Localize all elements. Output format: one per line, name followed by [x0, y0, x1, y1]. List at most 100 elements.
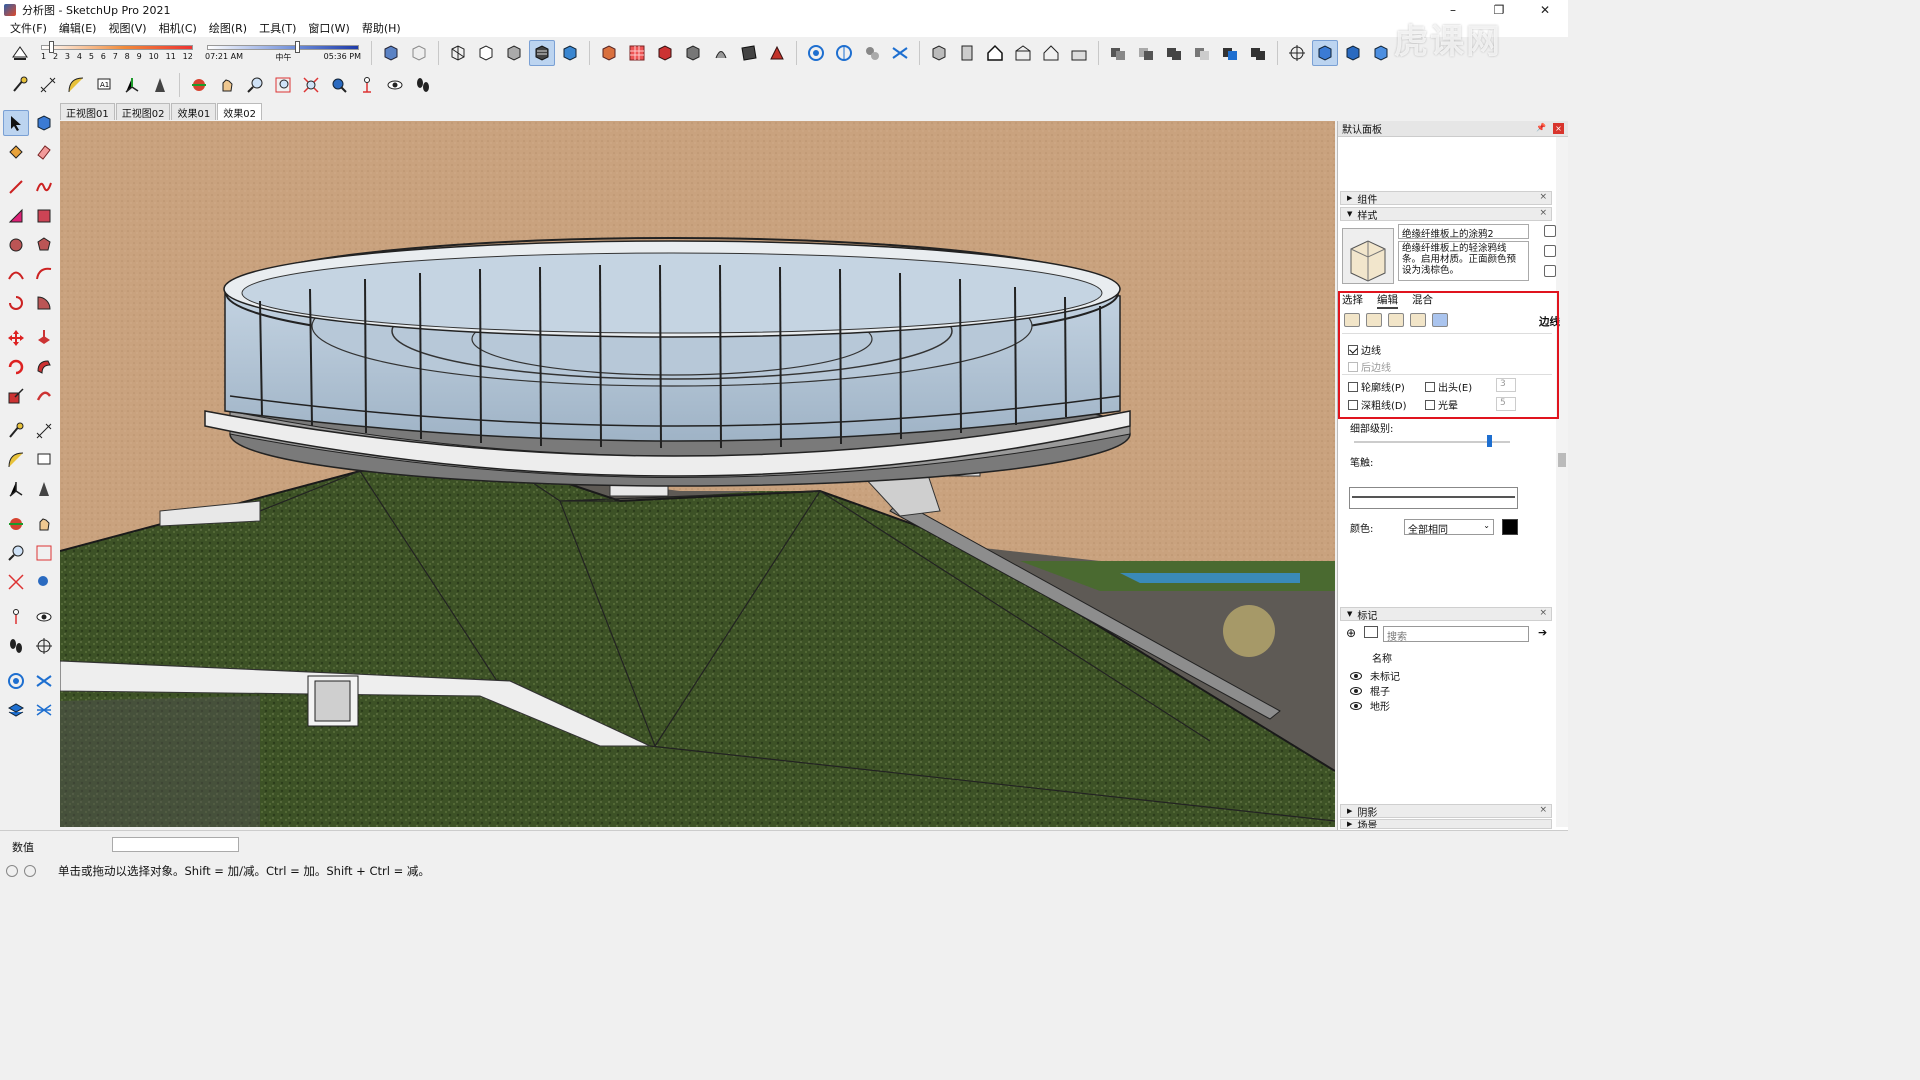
- style-name-field[interactable]: 绝缘纤维板上的涂鸦2: [1398, 224, 1529, 240]
- section-left-icon[interactable]: [3, 668, 29, 694]
- outer-shell-icon[interactable]: [1105, 40, 1131, 66]
- rectangle-icon[interactable]: [3, 203, 29, 229]
- style-pencil-icon[interactable]: [680, 40, 706, 66]
- tab-effect-02[interactable]: 效果02: [217, 103, 262, 120]
- pan-left-icon[interactable]: [31, 511, 57, 537]
- two-point-arc-icon[interactable]: [31, 261, 57, 287]
- position-camera-icon[interactable]: [354, 72, 380, 98]
- style-paper-icon[interactable]: [736, 40, 762, 66]
- edge-color-swatch[interactable]: [1502, 519, 1518, 535]
- section-fill-icon[interactable]: [887, 40, 913, 66]
- add-folder-icon[interactable]: [1364, 626, 1378, 638]
- pin-icon[interactable]: 📌: [1536, 123, 1546, 132]
- previous-view-left-icon[interactable]: [31, 569, 57, 595]
- tag-row[interactable]: 地形: [1350, 698, 1390, 713]
- section-fill-left-icon[interactable]: [31, 668, 57, 694]
- menu-draw[interactable]: 绘图(R): [203, 20, 253, 36]
- pie-icon[interactable]: [31, 290, 57, 316]
- look-around-left-icon[interactable]: [31, 604, 57, 630]
- text-icon[interactable]: A1: [91, 72, 117, 98]
- shadow-time-slider[interactable]: 07:21 AM 中午 05:36 PM: [203, 39, 363, 67]
- tag-search-input[interactable]: 搜索: [1383, 626, 1529, 643]
- update-style-icon[interactable]: [1544, 245, 1556, 257]
- back-view-icon[interactable]: [1038, 40, 1064, 66]
- menu-tools[interactable]: 工具(T): [253, 20, 302, 36]
- section-plane-icon[interactable]: [803, 40, 829, 66]
- style-description-field[interactable]: 绝缘纤维板上的轻涂鸦线条。启用材质。正面颜色预设为浅棕色。: [1398, 241, 1529, 281]
- refresh-style-icon[interactable]: [1544, 265, 1556, 277]
- split-icon[interactable]: [1245, 40, 1271, 66]
- extension-icon[interactable]: [1368, 40, 1394, 66]
- walk-icon[interactable]: [410, 72, 436, 98]
- crosshair-icon[interactable]: [1284, 40, 1310, 66]
- circle-icon[interactable]: [3, 232, 29, 258]
- orbit-left-icon[interactable]: [3, 511, 29, 537]
- line-icon[interactable]: [3, 174, 29, 200]
- level-of-detail-thumb[interactable]: [1487, 435, 1492, 447]
- axes-left-icon[interactable]: [3, 476, 29, 502]
- tags-header[interactable]: ▼ 标记 ×: [1340, 607, 1552, 622]
- trim-icon[interactable]: [1217, 40, 1243, 66]
- menu-camera[interactable]: 相机(C): [153, 20, 203, 36]
- intersect-icon[interactable]: [1133, 40, 1159, 66]
- zoom-extents-left-icon[interactable]: [3, 569, 29, 595]
- tags-close-icon[interactable]: ×: [1539, 608, 1547, 618]
- tab-effect-01[interactable]: 效果01: [171, 103, 217, 120]
- visibility-eye-icon[interactable]: [1350, 671, 1362, 680]
- tray-close-icon[interactable]: ×: [1553, 123, 1564, 134]
- subtract-icon[interactable]: [1189, 40, 1215, 66]
- menu-file[interactable]: 文件(F): [4, 20, 53, 36]
- right-view-icon[interactable]: [1010, 40, 1036, 66]
- union-icon[interactable]: [1161, 40, 1187, 66]
- stroke-selector[interactable]: [1349, 487, 1518, 509]
- tag-row[interactable]: 未标记: [1350, 668, 1400, 683]
- back-edges-icon[interactable]: [406, 40, 432, 66]
- components-close-icon[interactable]: ×: [1539, 192, 1547, 202]
- measurements-input[interactable]: [112, 837, 239, 852]
- visibility-eye-icon[interactable]: [1350, 701, 1362, 710]
- section-plane-left-icon[interactable]: [31, 633, 57, 659]
- freehand-icon[interactable]: [31, 174, 57, 200]
- shaded-icon[interactable]: [501, 40, 527, 66]
- hidden-line-icon[interactable]: [473, 40, 499, 66]
- tag-name-header[interactable]: 名称: [1372, 650, 1392, 665]
- protractor-left-icon[interactable]: [3, 447, 29, 473]
- xray-icon[interactable]: [378, 40, 404, 66]
- add-tag-icon[interactable]: ⊕: [1346, 626, 1356, 640]
- paint-bucket-icon[interactable]: [3, 139, 29, 165]
- rotated-rectangle-icon[interactable]: [31, 203, 57, 229]
- move-icon[interactable]: [3, 325, 29, 351]
- scrollbar-thumb[interactable]: [1558, 453, 1566, 467]
- geo-location-icon[interactable]: [6, 865, 18, 877]
- text-left-icon[interactable]: [31, 447, 57, 473]
- 3d-text-left-icon[interactable]: [31, 476, 57, 502]
- zoom-window-left-icon[interactable]: [31, 540, 57, 566]
- details-arrow-icon[interactable]: ➔: [1538, 626, 1547, 639]
- tab-front-view-02[interactable]: 正视图02: [115, 103, 171, 120]
- components-header[interactable]: ▶ 组件 ×: [1340, 191, 1552, 206]
- style-sketch-icon[interactable]: [708, 40, 734, 66]
- make-component-icon[interactable]: [31, 110, 57, 136]
- left-view-icon[interactable]: [1066, 40, 1092, 66]
- protractor-icon[interactable]: [63, 72, 89, 98]
- pan-icon[interactable]: [214, 72, 240, 98]
- tape-measure-left-icon[interactable]: [3, 418, 29, 444]
- zoom-window-icon[interactable]: [270, 72, 296, 98]
- shadows-close-icon[interactable]: ×: [1539, 805, 1547, 815]
- tag-row[interactable]: 棍子: [1350, 683, 1390, 698]
- shadow-toggle-icon[interactable]: [7, 40, 33, 66]
- info-icon[interactable]: [24, 865, 36, 877]
- warehouse-icon[interactable]: [1340, 40, 1366, 66]
- menu-edit[interactable]: 编辑(E): [53, 20, 103, 36]
- shadows-header[interactable]: ▶ 阴影 ×: [1340, 804, 1552, 819]
- 3d-text-icon[interactable]: [147, 72, 173, 98]
- menu-view[interactable]: 视图(V): [102, 20, 152, 36]
- zoom-left-icon[interactable]: [3, 540, 29, 566]
- rotate-icon[interactable]: [3, 354, 29, 380]
- sandbox-icon[interactable]: [1312, 40, 1338, 66]
- scenes-header[interactable]: ▶ 场景: [1340, 819, 1552, 829]
- walk-left-icon[interactable]: [3, 633, 29, 659]
- orbit-icon[interactable]: [186, 72, 212, 98]
- front-view-icon[interactable]: [982, 40, 1008, 66]
- section-display-icon[interactable]: [831, 40, 857, 66]
